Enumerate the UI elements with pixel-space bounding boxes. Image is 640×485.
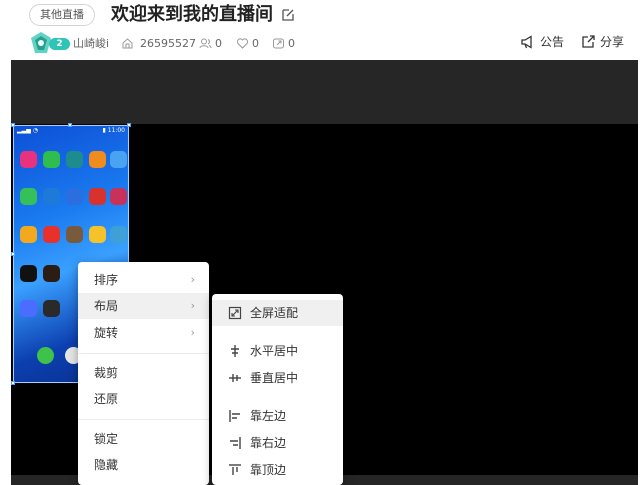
menu-item-crop[interactable]: 裁剪 <box>78 360 209 386</box>
chevron-right-icon: › <box>190 299 195 312</box>
menu-item-label: 布局 <box>94 299 119 313</box>
room-title: 欢迎来到我的直播间 <box>111 4 273 25</box>
edit-icon[interactable] <box>281 8 295 22</box>
submenu-label: 靠左边 <box>250 409 287 423</box>
likes-stat: 0 <box>236 34 259 52</box>
room-id: 26595527 <box>140 36 196 50</box>
submenu-item-align-right[interactable]: 靠右边 <box>212 430 343 456</box>
menu-item-label: 旋转 <box>94 326 119 340</box>
chevron-right-icon: › <box>190 326 195 339</box>
submenu-item-center-horizontal[interactable]: 水平居中 <box>212 338 343 364</box>
followers-count: 0 <box>215 36 222 50</box>
share-icon <box>582 34 595 48</box>
like-icon <box>236 37 249 49</box>
notice-label: 公告 <box>540 35 565 49</box>
share-count-icon <box>273 38 284 48</box>
submenu-label: 靠右边 <box>250 436 287 450</box>
menu-item-label: 锁定 <box>94 432 119 446</box>
shares-stat: 0 <box>272 34 295 52</box>
align-right-icon <box>230 437 241 449</box>
menu-item-sort[interactable]: 排序 › <box>78 267 209 293</box>
room-header: 其他直播 欢迎来到我的直播间 2 山崎峻i 26595527 0 0 0 公告 … <box>0 0 640 60</box>
house-icon <box>122 37 133 48</box>
share-label: 分享 <box>600 35 625 49</box>
layout-submenu: 全屏适配 水平居中 垂直居中 靠左边 靠右边 靠顶边 <box>212 294 343 485</box>
category-tag[interactable]: 其他直播 <box>29 4 95 26</box>
submenu-label: 垂直居中 <box>250 371 299 385</box>
align-center-horizontal-icon <box>231 345 239 357</box>
followers-icon <box>199 38 212 48</box>
menu-item-label: 排序 <box>94 273 119 287</box>
resize-handle-bl[interactable] <box>11 381 15 385</box>
menu-item-label: 还原 <box>94 392 119 406</box>
chevron-right-icon: › <box>190 273 195 286</box>
menu-item-label: 隐藏 <box>94 458 119 472</box>
menu-item-hide[interactable]: 隐藏 <box>78 452 209 478</box>
align-center-vertical-icon <box>229 374 241 382</box>
menu-item-lock[interactable]: 锁定 <box>78 426 209 452</box>
submenu-label: 全屏适配 <box>250 306 299 320</box>
menu-item-layout[interactable]: 布局 › <box>78 293 209 319</box>
resize-handle-tl[interactable] <box>11 123 15 127</box>
followers-stat: 0 <box>199 34 222 52</box>
submenu-item-align-top[interactable]: 靠顶边 <box>212 457 343 483</box>
level-badge: 2 <box>49 38 70 50</box>
likes-count: 0 <box>252 36 259 50</box>
fit-screen-icon <box>228 306 242 320</box>
menu-divider <box>78 419 209 420</box>
notice-button[interactable]: 公告 <box>520 33 564 50</box>
resize-handle-tr[interactable] <box>127 123 131 127</box>
align-top-icon <box>229 464 241 475</box>
megaphone-icon <box>521 34 532 49</box>
submenu-item-fullscreen-fit[interactable]: 全屏适配 <box>212 300 343 326</box>
submenu-item-align-left[interactable]: 靠左边 <box>212 403 343 429</box>
room-id-stat: 26595527 <box>121 34 196 52</box>
context-menu: 排序 › 布局 › 旋转 › 裁剪 还原 锁定 隐藏 <box>78 262 209 485</box>
submenu-label: 水平居中 <box>250 344 299 358</box>
menu-item-label: 裁剪 <box>94 366 119 380</box>
shares-count: 0 <box>288 36 295 50</box>
align-left-icon <box>229 410 240 422</box>
share-button[interactable]: 分享 <box>580 33 624 50</box>
resize-handle-l[interactable] <box>11 252 15 256</box>
menu-item-rotate[interactable]: 旋转 › <box>78 320 209 346</box>
submenu-label: 靠顶边 <box>250 463 287 477</box>
resize-handle-t[interactable] <box>68 123 72 127</box>
submenu-item-center-vertical[interactable]: 垂直居中 <box>212 365 343 391</box>
anchor-name[interactable]: 山崎峻i <box>73 34 109 52</box>
menu-divider <box>78 353 209 354</box>
menu-item-restore[interactable]: 还原 <box>78 386 209 412</box>
